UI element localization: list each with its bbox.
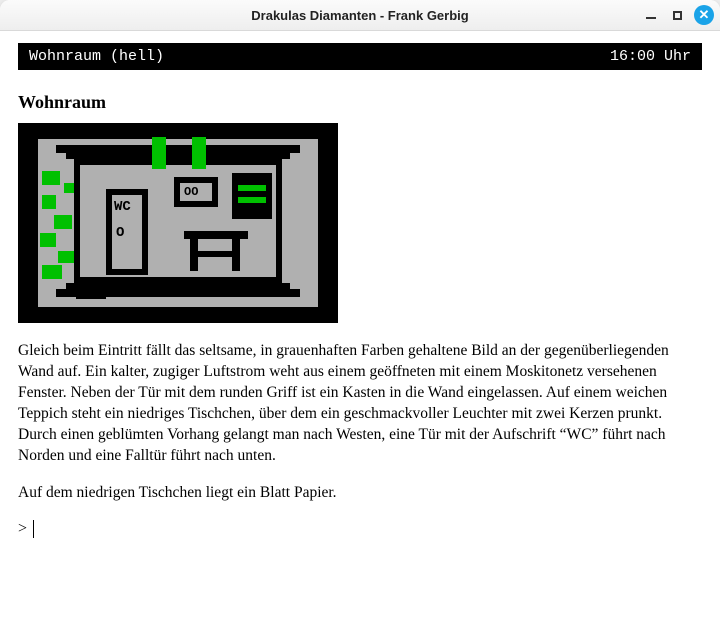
curtain-icon xyxy=(58,251,74,263)
command-prompt[interactable]: > xyxy=(18,519,702,539)
curtain-icon xyxy=(64,183,74,193)
scene-illustration: WC O OO xyxy=(18,123,338,323)
curtain-icon xyxy=(40,233,56,247)
door-label: WC xyxy=(114,199,131,215)
window-controls: ✕ xyxy=(642,0,714,30)
content-area: Wohnraum (hell) 16:00 Uhr Wohnraum WC O … xyxy=(0,31,720,620)
status-time: 16:00 Uhr xyxy=(610,48,691,65)
trapdoor-icon xyxy=(76,283,106,299)
candle-icon xyxy=(192,137,206,169)
curtain-icon xyxy=(42,195,56,209)
room-description: Gleich beim Eintritt fällt das seltsame,… xyxy=(18,341,702,467)
room-title: Wohnraum xyxy=(18,92,702,113)
minimize-button[interactable] xyxy=(642,6,660,24)
window-slit-icon xyxy=(238,185,266,191)
curtain-icon xyxy=(42,265,62,279)
app-window: Drakulas Diamanten - Frank Gerbig ✕ Wohn… xyxy=(0,0,720,620)
table-shelf-icon xyxy=(190,251,240,257)
titlebar: Drakulas Diamanten - Frank Gerbig ✕ xyxy=(0,0,720,31)
ceiling-line xyxy=(56,145,300,153)
candle-tip-icon xyxy=(192,129,206,135)
prompt-symbol: > xyxy=(18,520,27,538)
door-knob: O xyxy=(116,225,124,241)
window-title: Drakulas Diamanten - Frank Gerbig xyxy=(0,8,720,23)
curtain-icon xyxy=(42,171,60,185)
close-button[interactable]: ✕ xyxy=(694,5,714,25)
picture-dots: OO xyxy=(184,185,198,199)
status-location: Wohnraum (hell) xyxy=(29,48,164,65)
curtain-icon xyxy=(54,215,72,229)
room-items: Auf dem niedrigen Tischchen liegt ein Bl… xyxy=(18,483,702,504)
table-icon xyxy=(184,231,248,239)
candle-tip-icon xyxy=(152,129,166,135)
text-cursor-icon xyxy=(33,520,34,538)
maximize-button[interactable] xyxy=(668,6,686,24)
window-icon xyxy=(232,173,272,219)
candle-icon xyxy=(152,137,166,169)
window-slit-icon xyxy=(238,197,266,203)
status-bar: Wohnraum (hell) 16:00 Uhr xyxy=(18,43,702,70)
command-input[interactable] xyxy=(40,519,702,539)
